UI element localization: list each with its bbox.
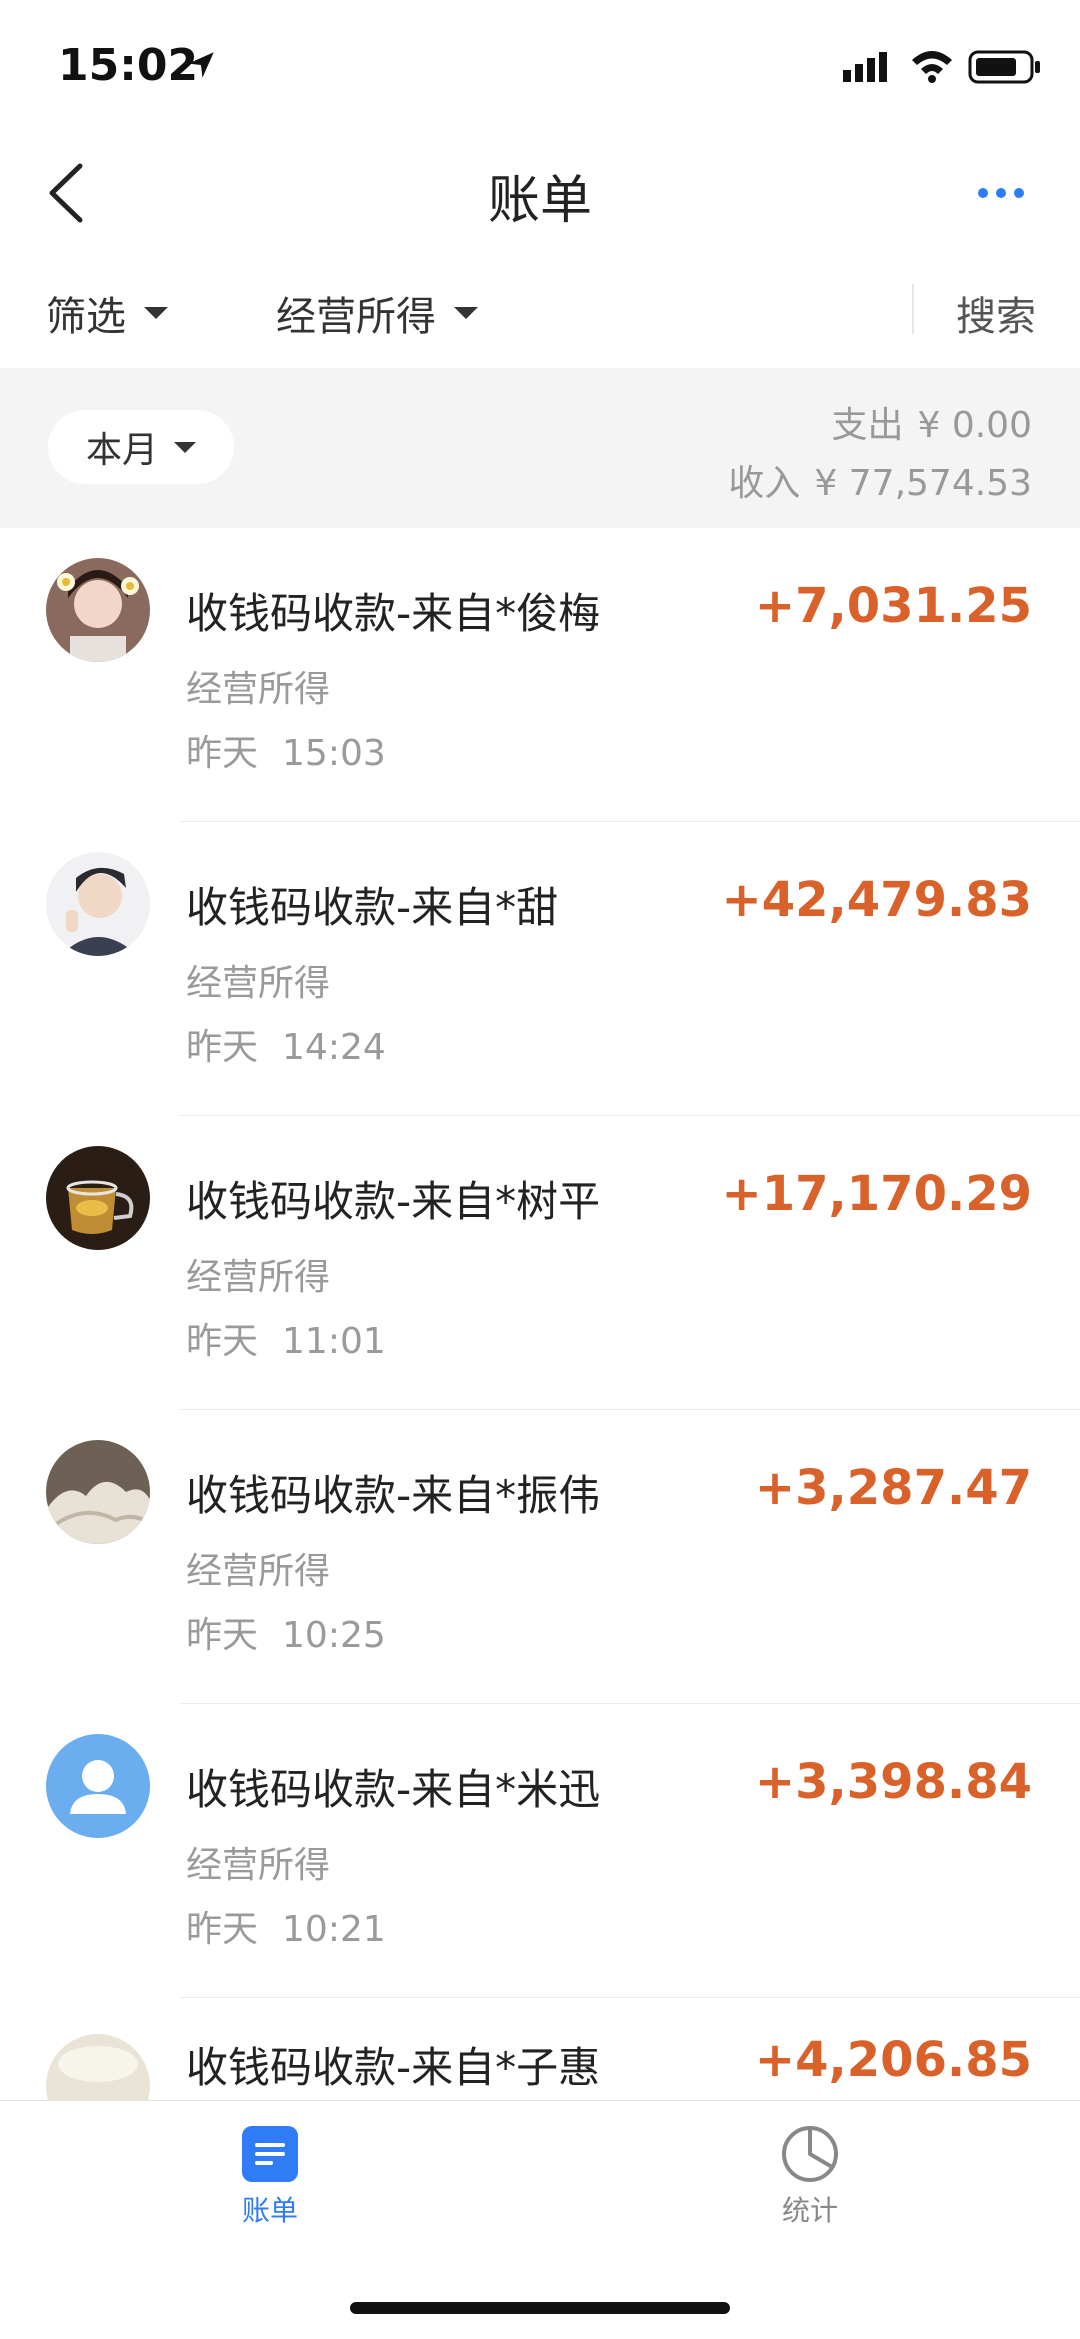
transaction-row[interactable]: 收钱码收款-来自*振伟 经营所得 昨天 10:25 +3,287.47 [0, 1410, 1080, 1704]
transaction-row[interactable]: 收钱码收款-来自*俊梅 经营所得 昨天 15:03 +7,031.25 [0, 528, 1080, 822]
tab-statistics[interactable]: 统计 [740, 2125, 880, 2229]
pie-chart-icon [782, 2126, 838, 2182]
transaction-title: 收钱码收款-来自*米迅 [186, 1765, 601, 1814]
monthly-summary: 本月 支出 ¥ 0.00 收入 ¥ 77,574.53 [0, 368, 1080, 528]
more-options-icon[interactable] [976, 184, 1026, 202]
transaction-time: 昨天 10:21 [186, 1900, 386, 1952]
transaction-amount: +17,170.29 [721, 1166, 1032, 1222]
transaction-row[interactable]: 收钱码收款-来自*甜 经营所得 昨天 14:24 +42,479.83 [0, 822, 1080, 1116]
battery-icon [968, 50, 1040, 84]
transaction-title: 收钱码收款-来自*俊梅 [186, 589, 601, 638]
avatar [46, 852, 150, 956]
category-label: 经营所得 [276, 294, 436, 340]
transaction-clock: 10:25 [282, 1615, 386, 1656]
transaction-category: 经营所得 [186, 1257, 331, 1298]
transaction-category: 经营所得 [186, 1845, 331, 1886]
transaction-clock: 15:03 [282, 733, 386, 774]
transaction-title: 收钱码收款-来自*甜 [186, 883, 559, 932]
transaction-title: 收钱码收款-来自*振伟 [186, 1471, 601, 1520]
transaction-day: 昨天 [186, 1321, 259, 1362]
transaction-time: 昨天 11:01 [186, 1312, 386, 1364]
transaction-row[interactable]: 收钱码收款-来自*子惠 +4,206.85 [0, 1998, 1080, 2100]
income-label: 收入 [728, 463, 801, 504]
transaction-day: 昨天 [186, 1909, 259, 1950]
filter-bar: 筛选 经营所得 搜索 [0, 254, 1080, 368]
expense-value: ¥ 0.00 [917, 405, 1032, 446]
transaction-list: 收钱码收款-来自*俊梅 经营所得 昨天 15:03 +7,031.25 收钱码收款… [0, 528, 1080, 2100]
transaction-category: 经营所得 [186, 669, 331, 710]
transaction-category: 经营所得 [186, 1551, 331, 1592]
transaction-time: 昨天 15:03 [186, 724, 386, 776]
tab-statistics-label: 统计 [781, 2194, 838, 2227]
transaction-day: 昨天 [186, 1027, 259, 1068]
transaction-category: 经营所得 [186, 963, 331, 1004]
avatar [46, 1440, 150, 1544]
transaction-amount: +3,287.47 [754, 1460, 1032, 1516]
status-bar: 15:02 [0, 0, 1080, 130]
transaction-clock: 11:01 [282, 1321, 386, 1362]
caret-down-icon [454, 307, 478, 319]
month-selector[interactable]: 本月 [48, 410, 234, 484]
transaction-time: 昨天 10:25 [186, 1606, 386, 1658]
transaction-day: 昨天 [186, 733, 259, 774]
divider [912, 284, 914, 334]
cellular-signal-icon [843, 52, 887, 82]
transaction-title: 收钱码收款-来自*树平 [186, 1177, 601, 1226]
avatar [46, 2034, 150, 2100]
month-label: 本月 [85, 430, 158, 471]
bill-list-icon [242, 2126, 298, 2182]
income-total: 收入 ¥ 77,574.53 [728, 454, 1032, 506]
search-button[interactable]: 搜索 [956, 284, 1036, 342]
filter-dropdown[interactable]: 筛选 [46, 284, 168, 342]
transaction-clock: 14:24 [282, 1027, 386, 1068]
category-dropdown[interactable]: 经营所得 [276, 284, 478, 342]
filter-label: 筛选 [46, 294, 126, 340]
navigation-bar: 账单 [0, 130, 1080, 255]
transaction-day: 昨天 [186, 1615, 259, 1656]
caret-down-icon [174, 441, 196, 453]
status-time: 15:02 [58, 40, 199, 91]
tab-bills-label: 账单 [241, 2194, 298, 2227]
home-indicator[interactable] [350, 2302, 730, 2314]
avatar [46, 1734, 150, 1838]
location-arrow-icon [188, 52, 214, 78]
expense-label: 支出 [831, 405, 904, 446]
wifi-icon [912, 51, 952, 83]
tab-bills[interactable]: 账单 [200, 2125, 340, 2229]
page-title: 账单 [487, 171, 592, 231]
transaction-time: 昨天 14:24 [186, 1018, 386, 1070]
transaction-amount: +42,479.83 [721, 872, 1032, 928]
transaction-clock: 10:21 [282, 1909, 386, 1950]
avatar [46, 1146, 150, 1250]
transaction-amount: +3,398.84 [754, 1754, 1032, 1810]
transaction-row[interactable]: 收钱码收款-来自*米迅 经营所得 昨天 10:21 +3,398.84 [0, 1704, 1080, 1998]
avatar [46, 558, 150, 662]
transaction-amount: +7,031.25 [754, 578, 1032, 634]
transaction-title: 收钱码收款-来自*子惠 [186, 2043, 601, 2092]
transaction-amount: +4,206.85 [754, 2032, 1032, 2088]
expense-total: 支出 ¥ 0.00 [831, 396, 1032, 448]
default-user-icon [46, 1734, 150, 1838]
income-value: ¥ 77,574.53 [814, 463, 1032, 504]
transaction-row[interactable]: 收钱码收款-来自*树平 经营所得 昨天 11:01 +17,170.29 [0, 1116, 1080, 1410]
caret-down-icon [144, 307, 168, 319]
